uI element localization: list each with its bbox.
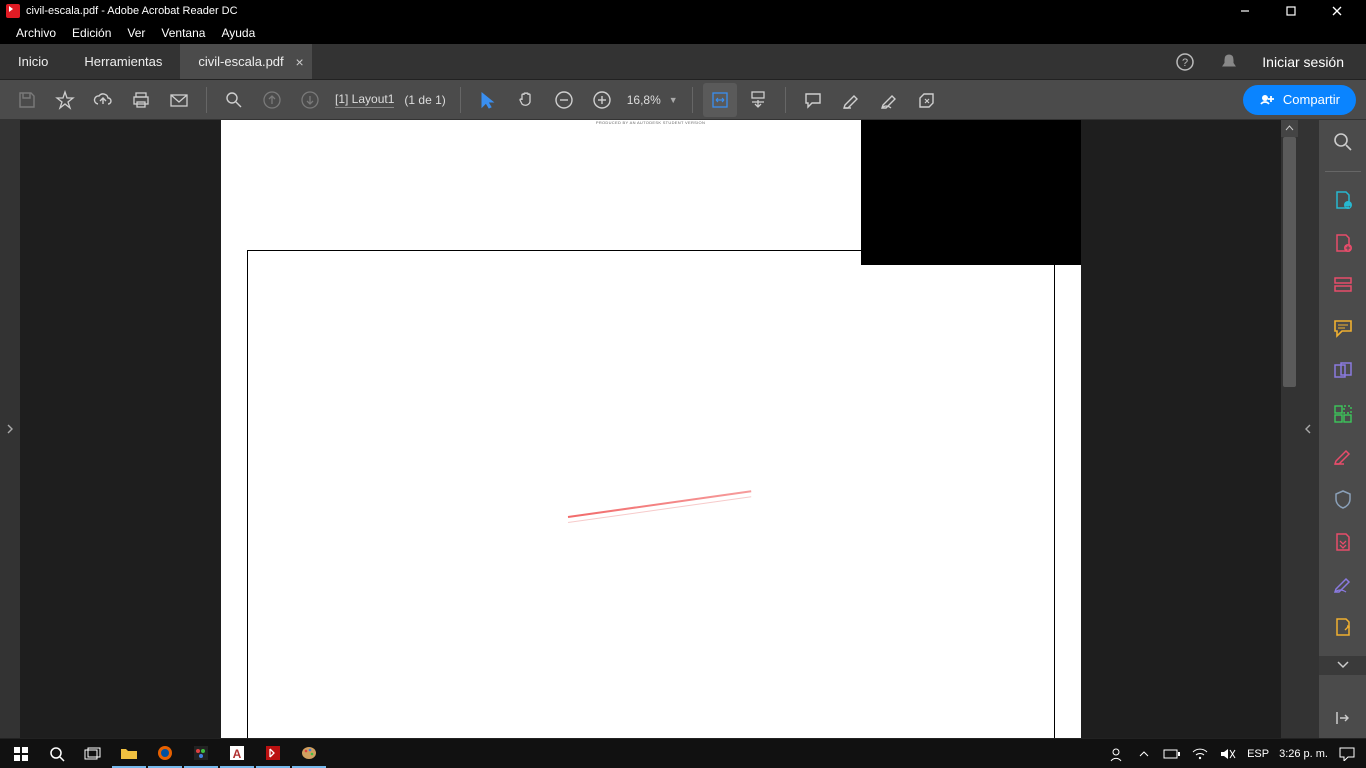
find-button[interactable]: [217, 83, 251, 117]
menu-file[interactable]: Archivo: [8, 22, 64, 44]
page-up-button[interactable]: [255, 83, 289, 117]
page-count: (1 de 1): [404, 93, 445, 107]
system-tray: ESP 3:26 p. m.: [1107, 745, 1362, 763]
notifications-icon[interactable]: [1218, 51, 1240, 73]
selection-cursor-button[interactable]: [471, 83, 505, 117]
scroll-up-arrow[interactable]: [1281, 120, 1298, 137]
window-title: civil-escala.pdf - Adobe Acrobat Reader …: [26, 5, 238, 17]
autocad-icon[interactable]: A: [220, 740, 254, 768]
compress-pdf-icon[interactable]: [1327, 527, 1359, 556]
comment-tool-icon[interactable]: [1327, 314, 1359, 343]
share-label: Compartir: [1283, 92, 1340, 107]
tab-home[interactable]: Inicio: [0, 44, 66, 79]
acrobat-app-icon: [6, 4, 20, 18]
action-center-icon[interactable]: [1338, 745, 1356, 763]
tabbar: Inicio Herramientas civil-escala.pdf × ?…: [0, 44, 1366, 80]
tab-document[interactable]: civil-escala.pdf ×: [180, 44, 311, 79]
volume-icon[interactable]: [1219, 745, 1237, 763]
zoom-level-dropdown[interactable]: 16,8% ▼: [623, 93, 682, 107]
acrobat-taskbar-icon[interactable]: [256, 740, 290, 768]
scrollbar-thumb[interactable]: [1283, 137, 1296, 387]
mspaint-taskbar-icon[interactable]: [292, 740, 326, 768]
protect-tool-icon[interactable]: [1327, 485, 1359, 514]
export-pdf-icon[interactable]: →: [1327, 186, 1359, 215]
fit-width-button[interactable]: [703, 83, 737, 117]
svg-text:?: ?: [1182, 57, 1188, 69]
save-button[interactable]: [10, 83, 44, 117]
svg-text:→: →: [1344, 201, 1352, 210]
edit-pdf-icon[interactable]: [1327, 271, 1359, 300]
cloud-upload-button[interactable]: [86, 83, 120, 117]
menu-window[interactable]: Ventana: [153, 22, 213, 44]
sign-in-link[interactable]: Iniciar sesión: [1262, 54, 1344, 70]
svg-text:A: A: [233, 747, 242, 761]
zoom-value: 16,8%: [627, 93, 661, 107]
windows-taskbar: A ESP 3:26 p. m.: [0, 738, 1366, 768]
more-tools-toggle[interactable]: [1319, 656, 1366, 676]
drawing-line-1: [567, 490, 750, 518]
page-indicator: [1] Layout1 (1 de 1): [331, 92, 450, 108]
comment-button[interactable]: [796, 83, 830, 117]
window-maximize-button[interactable]: [1268, 0, 1314, 22]
hand-tool-button[interactable]: [509, 83, 543, 117]
tray-language[interactable]: ESP: [1247, 748, 1269, 760]
tab-close-button[interactable]: ×: [295, 54, 303, 70]
toolbar: [1] Layout1 (1 de 1) 16,8% ▼ Compartir: [0, 80, 1366, 120]
menu-help[interactable]: Ayuda: [213, 22, 263, 44]
left-panel-toggle[interactable]: [0, 120, 20, 738]
menubar: Archivo Edición Ver Ventana Ayuda: [0, 22, 1366, 44]
tab-document-label: civil-escala.pdf: [198, 54, 283, 69]
firefox-icon[interactable]: [148, 740, 182, 768]
window-close-button[interactable]: [1314, 0, 1360, 22]
drawing-frame: [247, 250, 1055, 738]
chevron-down-icon: ▼: [669, 95, 678, 105]
create-pdf-icon[interactable]: +: [1327, 228, 1359, 257]
pdf-page: PRODUCED BY AN AUTODESK STUDENT VERSION: [221, 120, 1081, 738]
people-icon[interactable]: [1107, 745, 1125, 763]
window-minimize-button[interactable]: [1222, 0, 1268, 22]
file-explorer-icon[interactable]: [112, 740, 146, 768]
menu-view[interactable]: Ver: [119, 22, 153, 44]
help-icon[interactable]: ?: [1174, 51, 1196, 73]
print-button[interactable]: [124, 83, 158, 117]
vertical-scrollbar[interactable]: [1281, 120, 1298, 738]
page-header-tiny-text: PRODUCED BY AN AUTODESK STUDENT VERSION: [596, 120, 705, 125]
star-button[interactable]: [48, 83, 82, 117]
email-button[interactable]: [162, 83, 196, 117]
zoom-out-button[interactable]: [547, 83, 581, 117]
highlight-button[interactable]: [834, 83, 868, 117]
collapse-panel-icon[interactable]: [1327, 703, 1359, 732]
share-button[interactable]: Compartir: [1243, 85, 1356, 115]
tab-tools[interactable]: Herramientas: [66, 44, 180, 79]
layout-name[interactable]: [1] Layout1: [335, 92, 394, 108]
search-taskbar-icon[interactable]: [40, 740, 74, 768]
erase-button[interactable]: [910, 83, 944, 117]
right-tool-panel: → +: [1318, 120, 1366, 738]
svg-text:+: +: [1345, 243, 1350, 253]
document-viewport[interactable]: PRODUCED BY AN AUTODESK STUDENT VERSION: [20, 120, 1281, 738]
window-titlebar: civil-escala.pdf - Adobe Acrobat Reader …: [0, 0, 1366, 22]
start-button[interactable]: [4, 740, 38, 768]
redact-tool-icon[interactable]: [1327, 442, 1359, 471]
drawing-line-2: [567, 496, 750, 523]
main-area: PRODUCED BY AN AUTODESK STUDENT VERSION …: [0, 120, 1366, 738]
tray-clock[interactable]: 3:26 p. m.: [1279, 748, 1328, 760]
draw-button[interactable]: [872, 83, 906, 117]
fit-page-button[interactable]: [741, 83, 775, 117]
taskview-icon[interactable]: [76, 740, 110, 768]
battery-icon[interactable]: [1163, 745, 1181, 763]
search-tool-icon[interactable]: [1327, 128, 1359, 157]
wifi-icon[interactable]: [1191, 745, 1209, 763]
send-for-signature-icon[interactable]: [1327, 613, 1359, 642]
paint-app-icon[interactable]: [184, 740, 218, 768]
redaction-block: [861, 120, 1081, 265]
combine-files-icon[interactable]: [1327, 356, 1359, 385]
right-panel-toggle[interactable]: [1298, 120, 1318, 738]
zoom-in-button[interactable]: [585, 83, 619, 117]
organize-pages-icon[interactable]: [1327, 399, 1359, 428]
menu-edit[interactable]: Edición: [64, 22, 119, 44]
page-down-button[interactable]: [293, 83, 327, 117]
tray-chevron-up-icon[interactable]: [1135, 745, 1153, 763]
fill-sign-icon[interactable]: [1327, 570, 1359, 599]
